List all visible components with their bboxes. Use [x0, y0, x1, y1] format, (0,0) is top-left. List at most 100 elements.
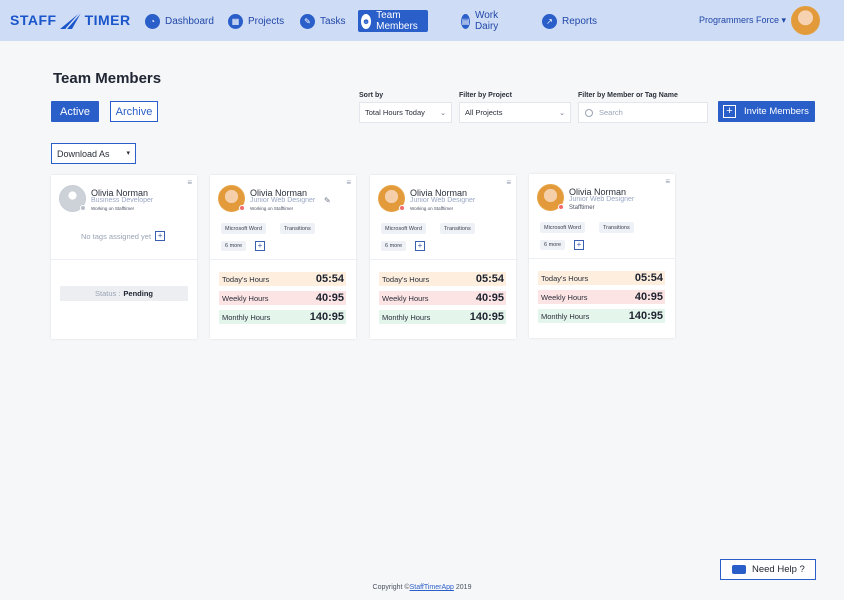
card-menu-icon[interactable]: ≡ — [346, 178, 351, 187]
filter-member-label: Filter by Member or Tag Name — [578, 92, 678, 99]
monthly-hours-label: Monthly Hours — [222, 312, 271, 322]
edit-pencil-icon[interactable]: ✎ — [324, 196, 331, 205]
add-tag-icon[interactable]: + — [574, 240, 584, 250]
add-tag-icon[interactable]: + — [155, 231, 166, 241]
member-role: Business Developer — [91, 197, 154, 204]
tag-chip: Microsoft Word — [221, 223, 266, 234]
member-card[interactable]: ≡ Olivia Norman Junior Web Designer ✎ Wo… — [210, 175, 356, 339]
chevron-down-icon: ⌄ — [440, 110, 446, 117]
card-menu-icon[interactable]: ≡ — [506, 178, 511, 187]
page-title: Team Members — [53, 70, 162, 87]
more-tags-chip[interactable]: 6 more — [381, 241, 407, 251]
nav-reports-label: Reports — [562, 15, 598, 27]
weekly-hours-row: Weekly Hours 40:95 — [379, 291, 506, 305]
weekly-hours-value: 40:95 — [475, 292, 504, 304]
nav-tasks-label: Tasks — [320, 15, 346, 27]
top-navigation-bar: STAFF TIMER ◔ Dashboard ▦ Projects ✎ Tas… — [0, 0, 844, 41]
tag-chip: Microsoft Word — [381, 223, 426, 234]
card-divider — [370, 259, 516, 260]
more-tags-chip[interactable]: 6 more — [221, 241, 247, 251]
member-working-on: Working on Stafftimer — [250, 206, 294, 211]
need-help-label: Need Help ? — [752, 564, 805, 575]
filter-project-select[interactable]: All Projects ⌄ — [459, 102, 571, 123]
sort-by-value: Total Hours Today — [365, 108, 425, 117]
member-card[interactable]: ≡ Olivia Norman Junior Web Designer Work… — [370, 175, 516, 339]
todays-hours-row: Today's Hours 05:54 — [379, 272, 506, 286]
tasks-icon: ✎ — [300, 13, 315, 29]
nav-team-members[interactable]: ☻ Team Members — [358, 10, 428, 32]
member-role: Junior Web Designer — [410, 197, 476, 204]
nav-projects-label: Projects — [248, 15, 285, 27]
weekly-hours-label: Weekly Hours — [382, 293, 429, 303]
card-divider — [529, 258, 675, 259]
logo-text-right: TIMER — [84, 12, 131, 28]
member-working-on: Stafftimer — [569, 205, 595, 211]
diary-icon: ▤ — [461, 13, 470, 29]
monthly-hours-label: Monthly Hours — [541, 311, 590, 321]
no-tags-text: No tags assigned yet — [81, 231, 152, 241]
staff-timer-app-link[interactable]: StaffTimerApp — [410, 584, 454, 591]
card-menu-icon[interactable]: ≡ — [187, 178, 192, 187]
filter-project-value: All Projects — [465, 108, 503, 117]
more-tags-chip[interactable]: 6 more — [540, 240, 566, 250]
nav-work-dairy-label: Work Dairy — [474, 10, 499, 32]
card-divider — [51, 259, 197, 260]
plus-icon: + — [723, 105, 736, 118]
card-divider — [210, 259, 356, 260]
projects-icon: ▦ — [228, 13, 243, 29]
invite-members-label: Invite Members — [744, 106, 809, 117]
weekly-hours-label: Weekly Hours — [541, 292, 588, 302]
member-role: Junior Web Designer — [569, 196, 635, 203]
weekly-hours-value: 40:95 — [315, 292, 344, 304]
weekly-hours-label: Weekly Hours — [222, 293, 269, 303]
card-menu-icon[interactable]: ≡ — [665, 177, 670, 186]
status-dot — [80, 205, 86, 211]
chat-icon — [732, 565, 746, 574]
todays-hours-label: Today's Hours — [382, 274, 430, 284]
todays-hours-value: 05:54 — [634, 272, 663, 284]
monthly-hours-row: Monthly Hours 140:95 — [379, 310, 506, 324]
nav-tasks[interactable]: ✎ Tasks — [300, 10, 346, 32]
user-avatar[interactable] — [791, 6, 820, 35]
member-working-on: Working on Stafftimer — [410, 206, 454, 211]
add-tag-icon[interactable]: + — [415, 241, 425, 251]
member-card[interactable]: ≡ Olivia Norman Business Developer Worki… — [51, 175, 197, 339]
status-dot — [399, 205, 405, 211]
add-tag-icon[interactable]: + — [255, 241, 265, 251]
sort-by-select[interactable]: Total Hours Today ⌄ — [359, 102, 452, 123]
nav-dashboard[interactable]: ◔ Dashboard — [145, 10, 214, 32]
archive-tab-button[interactable]: Archive — [110, 101, 158, 122]
copyright-footer: Copyright ©StaffTimerApp 2019 — [0, 584, 844, 591]
status-dot — [239, 205, 245, 211]
invite-members-button[interactable]: + Invite Members — [718, 101, 815, 122]
nav-reports[interactable]: ↗ Reports — [542, 10, 597, 32]
need-help-button[interactable]: Need Help ? — [720, 559, 816, 580]
logo-mark-icon — [59, 10, 83, 30]
sort-by-label: Sort by — [359, 92, 384, 99]
todays-hours-row: Today's Hours 05:54 — [219, 272, 346, 286]
tag-chip: Microsoft Word — [540, 222, 585, 233]
chevron-down-icon: ▾ — [126, 150, 130, 157]
active-tab-button[interactable]: Active — [51, 101, 99, 122]
todays-hours-label: Today's Hours — [541, 273, 589, 283]
staff-timer-logo[interactable]: STAFF TIMER — [10, 6, 131, 34]
todays-hours-label: Today's Hours — [222, 274, 270, 284]
nav-team-members-label: Team Members — [376, 10, 418, 32]
search-icon — [585, 108, 593, 117]
organization-dropdown[interactable]: Programmers Force ▾ — [699, 15, 786, 26]
dashboard-icon: ◔ — [145, 13, 160, 29]
tag-chip: Transitions — [599, 222, 634, 233]
nav-projects[interactable]: ▦ Projects — [228, 10, 284, 32]
chevron-down-icon: ⌄ — [559, 110, 565, 117]
monthly-hours-value: 140:95 — [628, 310, 663, 322]
reports-icon: ↗ — [542, 13, 557, 29]
download-as-dropdown[interactable]: Download As ▾ — [51, 143, 136, 164]
weekly-hours-row: Weekly Hours 40:95 — [219, 291, 346, 305]
member-card[interactable]: ≡ Olivia Norman Junior Web Designer Staf… — [529, 174, 675, 338]
monthly-hours-value: 140:95 — [469, 311, 504, 323]
copyright-year: 2019 — [455, 584, 472, 591]
member-search-input[interactable]: Search — [578, 102, 708, 123]
filter-project-label: Filter by Project — [459, 92, 512, 99]
nav-work-dairy[interactable]: ▤ Work Dairy — [461, 10, 504, 32]
status-value: Pending — [123, 289, 154, 298]
